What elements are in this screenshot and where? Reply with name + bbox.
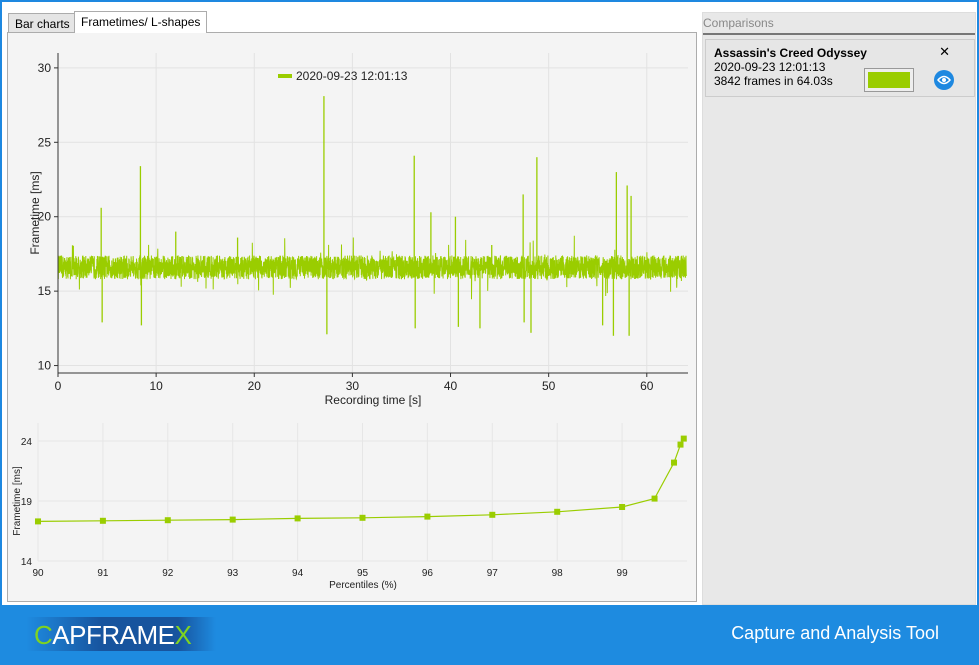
- x-tick-label: 99: [617, 568, 629, 579]
- y-axis-label: Frametime [ms]: [28, 171, 42, 254]
- y-axis-label: Frametime [ms]: [12, 466, 23, 536]
- plot-area: [58, 53, 688, 373]
- y-tick-label: 14: [21, 557, 33, 568]
- percentile-point: [294, 515, 301, 522]
- comparison-item[interactable]: Assassin's Creed Odyssey 2020-09-23 12:0…: [705, 39, 975, 97]
- x-tick-label: 90: [32, 568, 44, 579]
- x-tick-label: 96: [422, 568, 434, 579]
- percentile-point: [677, 441, 684, 448]
- y-tick-label: 30: [38, 61, 52, 75]
- record-date: 2020-09-23 12:01:13: [714, 60, 826, 74]
- x-tick-label: 30: [346, 379, 360, 393]
- frametime-chart: 0 10 20 30 40 50 601015202530 2020-09-23 12:01…: [28, 53, 688, 407]
- tab-bar-charts[interactable]: Bar charts: [8, 13, 77, 33]
- percentile-point: [680, 435, 687, 442]
- x-tick-label: 98: [552, 568, 564, 579]
- x-tick-label: 91: [97, 568, 109, 579]
- percentile-series: [37, 438, 685, 522]
- y-tick-label: 25: [38, 135, 52, 149]
- record-summary: 3842 frames in 64.03s: [714, 74, 833, 88]
- legend-label: 2020-09-23 12:01:13: [296, 69, 408, 83]
- x-tick-label: 97: [487, 568, 499, 579]
- x-tick-label: 94: [292, 568, 304, 579]
- capframex-logo: CAPFRAMEX: [26, 617, 216, 651]
- tab-frametimes[interactable]: Frametimes/ L-shapes: [74, 11, 208, 33]
- x-tick-label: 93: [227, 568, 239, 579]
- percentile-point: [99, 517, 106, 524]
- game-name: Assassin's Creed Odyssey: [714, 46, 867, 60]
- percentile-point: [554, 508, 561, 515]
- comparisons-title: Comparisons: [703, 13, 975, 35]
- x-axis-label: Recording time [s]: [325, 393, 422, 407]
- y-tick-label: 24: [21, 437, 33, 448]
- percentile-chart: 90 91 92 93 94 95 96 97 98 99141924 Percentiles (…: [12, 423, 687, 591]
- footer: CAPFRAMEX Capture and Analysis Tool: [0, 605, 979, 665]
- percentile-point: [489, 511, 496, 518]
- percentile-point: [359, 514, 366, 521]
- close-icon[interactable]: ✕: [939, 44, 950, 60]
- percentile-point: [35, 518, 41, 525]
- y-tick-label: 15: [38, 284, 52, 298]
- eye-icon[interactable]: [934, 70, 954, 90]
- x-axis-label: Percentiles (%): [329, 580, 397, 591]
- x-tick-label: 95: [357, 568, 369, 579]
- x-tick-label: 60: [640, 379, 654, 393]
- percentile-point: [619, 504, 626, 510]
- tagline: Capture and Analysis Tool: [731, 623, 939, 643]
- x-tick-label: 10: [149, 379, 163, 393]
- x-tick-label: 50: [542, 379, 556, 393]
- percentile-point: [229, 516, 236, 523]
- x-tick-label: 0: [55, 379, 62, 393]
- x-tick-label: 40: [444, 379, 458, 393]
- x-tick-label: 92: [162, 568, 174, 579]
- y-tick-label: 10: [38, 359, 52, 373]
- x-tick-label: 20: [248, 379, 262, 393]
- color-picker[interactable]: [864, 68, 914, 92]
- percentile-point: [164, 517, 171, 524]
- comparisons-panel: Comparisons Assassin's Creed Odyssey 202…: [702, 12, 976, 605]
- chart-panel: 0 10 20 30 40 50 60 10 15 20 25 30 2020-09-23 12:01…: [7, 32, 697, 602]
- color-swatch: [868, 72, 910, 88]
- percentile-point: [651, 495, 658, 502]
- percentile-point: [671, 459, 678, 466]
- percentile-point: [424, 513, 431, 520]
- main-window: Bar charts Frametimes/ L-shapes 0 10 20 30 4…: [0, 0, 979, 605]
